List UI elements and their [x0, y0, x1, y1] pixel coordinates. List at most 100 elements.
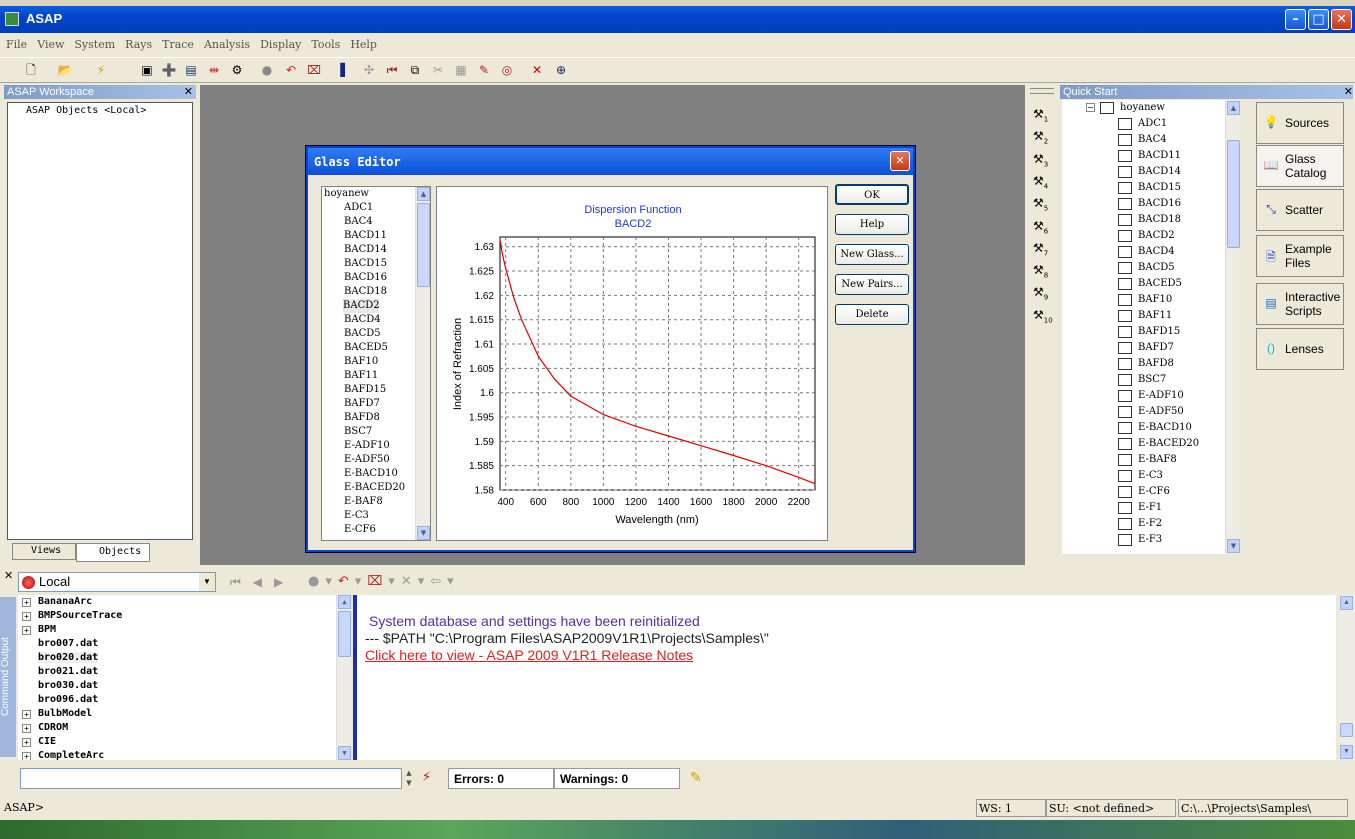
scroll-thumb[interactable]: [338, 611, 351, 657]
quick-start-item[interactable]: BAFD7: [1062, 340, 1240, 356]
file-tree-item[interactable]: bro021.dat: [18, 665, 351, 679]
probe-tool-icon[interactable]: ⚒2: [1033, 129, 1049, 145]
probe-tool-icon[interactable]: ⚒4: [1033, 174, 1049, 190]
workspace-root[interactable]: ASAP Objects <Local>: [10, 105, 190, 116]
file-tree-item[interactable]: bro007.dat: [18, 637, 351, 651]
quick-start-item[interactable]: BAFD8: [1062, 356, 1240, 372]
lightning-icon[interactable]: ⚡: [92, 62, 110, 79]
file-tree-item[interactable]: bro020.dat: [18, 651, 351, 665]
glass-list-item[interactable]: BACD4: [322, 313, 430, 327]
quick-start-item[interactable]: BAF10: [1062, 292, 1240, 308]
command-spinner[interactable]: ▲ ▼: [402, 768, 416, 789]
ok-button[interactable]: OK: [835, 184, 909, 205]
glass-list-item[interactable]: BACD11: [322, 229, 430, 243]
glass-list-item[interactable]: BACD18: [322, 285, 430, 299]
command-input[interactable]: [20, 768, 402, 789]
file-tree-item[interactable]: bro096.dat: [18, 693, 351, 707]
probe-tool-icon[interactable]: ⚒10: [1033, 308, 1053, 324]
quick-start-item[interactable]: BAF11: [1062, 308, 1240, 324]
probe-tool-icon[interactable]: ⚒5: [1033, 196, 1049, 212]
scroll-up-icon[interactable]: ▲: [1340, 596, 1353, 610]
glass-list-item[interactable]: BSC7: [322, 425, 430, 439]
help-button[interactable]: Help: [835, 214, 909, 235]
workspace-close-icon[interactable]: ✕: [184, 85, 193, 99]
output-toolbar[interactable]: ●▾↶▾⌧▾✕▾⇦▾: [308, 574, 460, 589]
output-scrollbar[interactable]: ▲ ▼: [1339, 595, 1355, 760]
chevron-down-icon[interactable]: ▼: [199, 573, 215, 591]
quick-start-item[interactable]: E-ADF10: [1062, 388, 1240, 404]
file-tree-item[interactable]: + BPM: [18, 623, 351, 637]
file-tree-item[interactable]: + CDROM: [18, 721, 351, 735]
quick-start-button-sources[interactable]: 💡 Sources: [1256, 102, 1344, 144]
glass-list-item[interactable]: E-ADF50: [322, 453, 430, 467]
glass-list-item[interactable]: BAFD7: [322, 397, 430, 411]
glass-list-item[interactable]: E-C3: [322, 509, 430, 523]
quick-start-item[interactable]: BACD2: [1062, 228, 1240, 244]
quick-start-button-glass-catalog[interactable]: 📖 Glass Catalog: [1256, 145, 1344, 187]
expand-icon[interactable]: +: [22, 598, 31, 607]
glass-list-item[interactable]: BACD2: [343, 299, 380, 313]
copy-icon[interactable]: ⧉: [406, 62, 424, 79]
file-tree-item[interactable]: + BananaArc: [18, 595, 351, 609]
tree-root[interactable]: − hoyanew: [1062, 100, 1240, 116]
cut-icon[interactable]: ✂: [429, 62, 447, 79]
menu-analysis[interactable]: Analysis: [198, 34, 254, 51]
new-file-icon[interactable]: 🗋: [22, 62, 40, 79]
glass-list-item[interactable]: BACD14: [322, 243, 430, 257]
quick-start-item[interactable]: BACD16: [1062, 196, 1240, 212]
new-glass-button[interactable]: New Glass...: [835, 244, 909, 265]
quick-start-button-lenses[interactable]: () Lenses: [1256, 328, 1344, 370]
glass-list-item[interactable]: BACD5: [322, 327, 430, 341]
glass-list-item[interactable]: BAFD15: [322, 383, 430, 397]
file-tree-item[interactable]: + BulbModel: [18, 707, 351, 721]
quick-start-item[interactable]: BAFD15: [1062, 324, 1240, 340]
quick-start-item[interactable]: E-F2: [1062, 516, 1240, 532]
quick-start-item[interactable]: BACD15: [1062, 180, 1240, 196]
glass-list-item[interactable]: BACD16: [322, 271, 430, 285]
file-tree-scrollbar[interactable]: ▲ ▼: [336, 595, 351, 760]
lens-tool-icon[interactable]: ◎: [498, 62, 516, 79]
quick-start-item[interactable]: E-BACED20: [1062, 436, 1240, 452]
probe-tool-icon[interactable]: ⚒3: [1033, 152, 1049, 168]
quick-start-item[interactable]: BACD18: [1062, 212, 1240, 228]
dialog-close-button[interactable]: ✕: [890, 151, 910, 171]
quick-start-item[interactable]: E-C3: [1062, 468, 1240, 484]
glass-list-item[interactable]: BACED5: [322, 341, 430, 355]
glass-list-item[interactable]: ADC1: [322, 201, 430, 215]
release-notes-link[interactable]: Click here to view - ASAP 2009 V1R1 Rele…: [365, 647, 1336, 664]
scroll-down-icon[interactable]: ▼: [1227, 539, 1240, 553]
context-select[interactable]: Local ▼: [18, 572, 216, 592]
scroll-down-icon[interactable]: ▼: [338, 746, 351, 760]
probe-tool-icon[interactable]: ⚒9: [1033, 285, 1049, 301]
list-icon[interactable]: ▤: [182, 62, 200, 79]
glass-list-item[interactable]: BAC4: [322, 215, 430, 229]
quick-start-button-example-files[interactable]: 🗎 Example Files: [1256, 235, 1344, 277]
scroll-up-icon[interactable]: ▲: [338, 595, 351, 609]
glass-list-item[interactable]: BAFD8: [322, 411, 430, 425]
glass-list-item[interactable]: BAF10: [322, 355, 430, 369]
collapse-icon[interactable]: −: [1086, 103, 1095, 112]
expand-icon[interactable]: +: [22, 710, 31, 719]
stop-icon[interactable]: ●: [258, 62, 276, 79]
quick-start-item[interactable]: BACED5: [1062, 276, 1240, 292]
clear-icon[interactable]: ⌧: [305, 62, 323, 79]
quick-start-item[interactable]: BACD11: [1062, 148, 1240, 164]
quick-start-close-icon[interactable]: ✕: [1344, 85, 1353, 99]
minimize-button[interactable]: –: [1285, 9, 1306, 30]
quick-start-item[interactable]: ADC1: [1062, 116, 1240, 132]
glass-list-item[interactable]: E-ADF10: [322, 439, 430, 453]
glass-list-item[interactable]: E-BACED20: [322, 481, 430, 495]
probe-tool-icon[interactable]: ⚒7: [1033, 241, 1049, 257]
scatter-tool-icon[interactable]: ✣: [360, 62, 378, 79]
file-tree-item[interactable]: bro030.dat: [18, 679, 351, 693]
delete-button[interactable]: Delete: [835, 304, 909, 325]
quick-start-item[interactable]: BACD14: [1062, 164, 1240, 180]
run-icon[interactable]: ⚡: [422, 770, 431, 785]
menu-rays[interactable]: Rays: [119, 34, 156, 51]
expand-icon[interactable]: +: [22, 738, 31, 747]
glass-list-item[interactable]: E-CF6: [322, 523, 430, 537]
close-button[interactable]: ✕: [1331, 9, 1352, 30]
quick-start-item[interactable]: BSC7: [1062, 372, 1240, 388]
scroll-down-icon[interactable]: ▼: [417, 526, 430, 540]
expand-icon[interactable]: +: [22, 752, 31, 760]
